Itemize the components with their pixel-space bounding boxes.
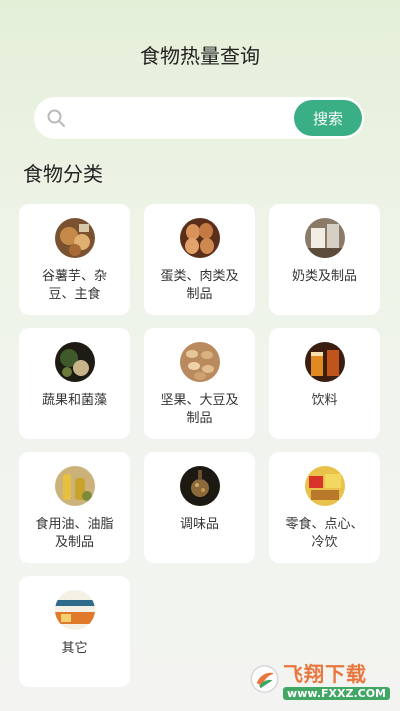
- vegetable-icon: [54, 342, 95, 382]
- page-title: 食物热量查询: [140, 44, 260, 68]
- oil-icon: [54, 466, 95, 506]
- category-card-milk[interactable]: 奶类及制品: [269, 204, 380, 315]
- snack-icon: [304, 466, 345, 506]
- category-label: 蛋类、肉类及制品: [160, 269, 239, 302]
- category-label: 零食、点心、冷饮: [285, 517, 364, 550]
- category-label: 蔬果和菌藻: [41, 393, 107, 408]
- category-label: 饮料: [311, 393, 338, 408]
- category-grid: 谷薯芋、杂豆、主食 蛋类、肉类及制品 奶类及制品 蔬果和菌藻 坚果、大豆及制品 …: [19, 204, 381, 687]
- category-label: 食用油、油脂及制品: [35, 517, 114, 550]
- category-card-oil[interactable]: 食用油、油脂及制品: [19, 452, 130, 563]
- category-card-snacks[interactable]: 零食、点心、冷饮: [269, 452, 380, 563]
- grain-food-icon: [54, 218, 95, 258]
- drink-icon: [304, 342, 345, 382]
- watermark-url: www.FXXZ.COM: [283, 687, 390, 700]
- category-card-vegetables[interactable]: 蔬果和菌藻: [19, 328, 130, 439]
- category-label: 奶类及制品: [291, 269, 357, 284]
- category-card-grains[interactable]: 谷薯芋、杂豆、主食: [19, 204, 130, 315]
- category-card-egg-meat[interactable]: 蛋类、肉类及制品: [144, 204, 255, 315]
- nut-icon: [179, 342, 220, 382]
- other-food-icon: [54, 590, 95, 630]
- search-bar: 搜索: [34, 97, 364, 139]
- category-label: 其它: [61, 641, 88, 656]
- search-input[interactable]: [78, 105, 282, 133]
- seasoning-icon: [179, 466, 220, 506]
- category-card-other[interactable]: 其它: [19, 576, 130, 687]
- milk-icon: [304, 218, 345, 258]
- egg-meat-icon: [179, 218, 220, 258]
- category-card-seasoning[interactable]: 调味品: [144, 452, 255, 563]
- search-icon: [47, 109, 65, 127]
- watermark-brand: 飞翔下载: [283, 662, 368, 686]
- category-card-drinks[interactable]: 饮料: [269, 328, 380, 439]
- category-card-nuts[interactable]: 坚果、大豆及制品: [144, 328, 255, 439]
- section-title: 食物分类: [23, 162, 103, 186]
- category-label: 调味品: [179, 517, 219, 532]
- category-label: 谷薯芋、杂豆、主食: [41, 269, 107, 302]
- watermark: 飞翔下载 www.FXXZ.COM: [250, 657, 390, 701]
- search-button[interactable]: 搜索: [294, 100, 362, 136]
- category-label: 坚果、大豆及制品: [160, 393, 239, 426]
- brand-logo-icon: [250, 665, 279, 693]
